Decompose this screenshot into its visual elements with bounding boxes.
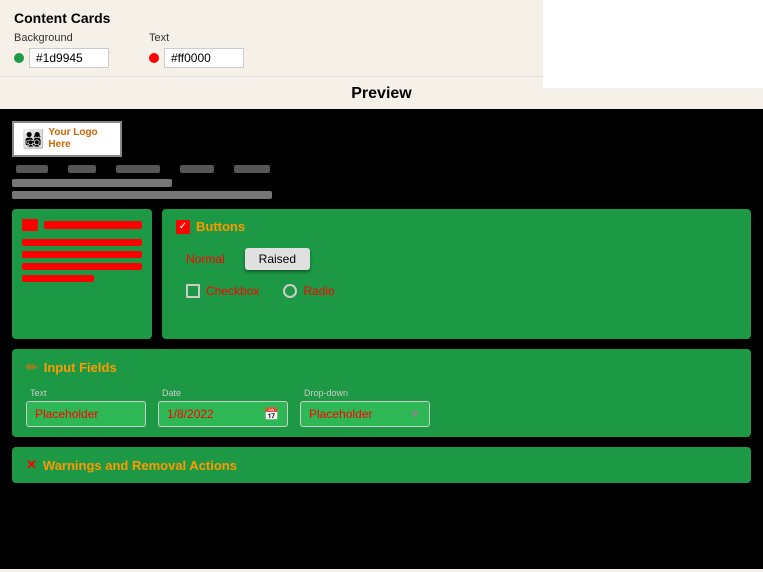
date-value: 1/8/2022 xyxy=(167,407,214,421)
dropdown-label: Drop-down xyxy=(304,388,430,398)
input-fields-header: ✏ Input Fields xyxy=(26,359,737,376)
card-line-4 xyxy=(22,275,94,282)
x-icon: ✕ xyxy=(26,457,37,473)
card-title-bar xyxy=(44,221,142,229)
card-left-icon xyxy=(22,219,38,231)
background-color-item: Background xyxy=(14,32,109,68)
background-dot xyxy=(14,53,24,63)
card-line-3 xyxy=(22,263,142,270)
radio-label: Radio xyxy=(303,284,334,298)
text-field-label: Text xyxy=(30,388,146,398)
text-label: Text xyxy=(149,32,244,44)
logo-text: Your Logo Here xyxy=(48,127,97,151)
input-fields-row: Text Placeholder Date 1/8/2022 📅 Drop-do… xyxy=(26,388,737,427)
nav-item-1[interactable] xyxy=(16,165,48,173)
date-input-group: Date 1/8/2022 📅 xyxy=(158,388,288,427)
nav-item-3[interactable] xyxy=(116,165,160,173)
dropdown-placeholder: Placeholder xyxy=(309,407,372,421)
buttons-card-title: Buttons xyxy=(196,219,245,234)
checkbox-radio-row: Checkbox Radio xyxy=(176,284,737,298)
text-input[interactable] xyxy=(164,48,244,68)
background-value-row xyxy=(14,48,109,68)
logo-line1: Your Logo xyxy=(48,127,97,138)
input-fields-card: ✏ Input Fields Text Placeholder Date 1/8… xyxy=(12,349,751,437)
cards-row: ✓ Buttons Normal Raised Checkbox Radio xyxy=(12,209,751,339)
card-line-1 xyxy=(22,239,142,246)
buttons-card-header: ✓ Buttons xyxy=(176,219,737,234)
checkbox-label: Checkbox xyxy=(206,284,259,298)
search-bar-2 xyxy=(12,191,272,199)
dropdown-input-group: Drop-down Placeholder ▼ xyxy=(300,388,430,427)
card-title-row xyxy=(22,219,142,231)
date-field-label: Date xyxy=(162,388,288,398)
warnings-card: ✕ Warnings and Removal Actions xyxy=(12,447,751,483)
date-field[interactable]: 1/8/2022 📅 xyxy=(158,401,288,427)
dropdown-arrow-icon: ▼ xyxy=(409,407,421,421)
nav-item-5[interactable] xyxy=(234,165,270,173)
buttons-card: ✓ Buttons Normal Raised Checkbox Radio xyxy=(162,209,751,339)
checkbox-checked-icon: ✓ xyxy=(176,220,190,234)
background-input[interactable] xyxy=(29,48,109,68)
logo-bar: 👨‍👩‍👧‍👦 Your Logo Here xyxy=(12,121,751,157)
nav-item-4[interactable] xyxy=(180,165,214,173)
normal-button[interactable]: Normal xyxy=(186,252,225,266)
text-dot xyxy=(149,53,159,63)
checkbox-box[interactable] xyxy=(186,284,200,298)
text-value-row xyxy=(149,48,244,68)
calendar-icon: 📅 xyxy=(264,407,279,421)
pencil-icon: ✏ xyxy=(26,359,38,376)
text-color-item: Text xyxy=(149,32,244,68)
white-box xyxy=(543,0,763,88)
text-field[interactable]: Placeholder xyxy=(26,401,146,427)
input-fields-title: Input Fields xyxy=(44,360,117,375)
text-input-group: Text Placeholder xyxy=(26,388,146,427)
preview-area: 👨‍👩‍👧‍👦 Your Logo Here xyxy=(0,109,763,569)
warnings-header: ✕ Warnings and Removal Actions xyxy=(26,457,737,473)
raised-button[interactable]: Raised xyxy=(245,248,310,270)
nav-bar xyxy=(12,165,751,173)
dropdown-field[interactable]: Placeholder ▼ xyxy=(300,401,430,427)
logo-line2: Here xyxy=(48,139,70,150)
card-line-2 xyxy=(22,251,142,258)
logo-image-icon: 👨‍👩‍👧‍👦 xyxy=(22,129,44,150)
radio-circle[interactable] xyxy=(283,284,297,298)
logo-placeholder: 👨‍👩‍👧‍👦 Your Logo Here xyxy=(12,121,122,157)
search-bar-1 xyxy=(12,179,172,187)
text-placeholder: Placeholder xyxy=(35,407,98,421)
radio-item: Radio xyxy=(283,284,334,298)
warnings-title: Warnings and Removal Actions xyxy=(43,458,237,473)
top-section: Content Cards Background Text xyxy=(0,0,763,77)
nav-item-2[interactable] xyxy=(68,165,96,173)
content-card-left xyxy=(12,209,152,339)
buttons-row: Normal Raised xyxy=(176,248,737,270)
checkbox-item: Checkbox xyxy=(186,284,259,298)
background-label: Background xyxy=(14,32,109,44)
